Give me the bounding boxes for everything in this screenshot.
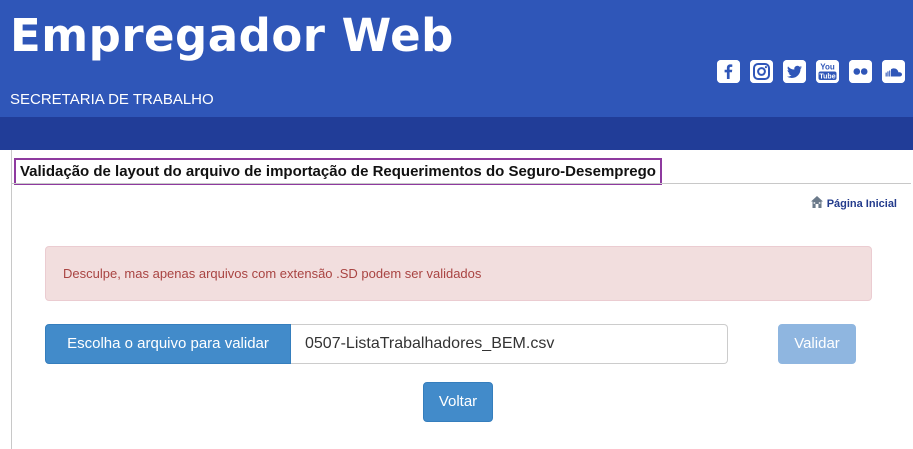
social-links: You Tube [717, 60, 905, 83]
site-header: Empregador Web SECRETARIA DE TRABALHO Yo… [0, 0, 913, 117]
file-name-field[interactable]: 0507-ListaTrabalhadores_BEM.csv [291, 324, 728, 364]
youtube-label-bottom: Tube [819, 73, 835, 80]
flickr-icon[interactable] [849, 60, 872, 83]
home-link[interactable]: Página Inicial [810, 195, 897, 212]
choose-file-button[interactable]: Escolha o arquivo para validar [45, 324, 291, 364]
soundcloud-icon[interactable] [882, 60, 905, 83]
error-message: Desculpe, mas apenas arquivos com extens… [63, 266, 482, 281]
youtube-label-top: You [820, 63, 835, 72]
home-icon [810, 195, 824, 212]
page-title: Validação de layout do arquivo de import… [14, 158, 662, 185]
error-alert: Desculpe, mas apenas arquivos com extens… [45, 246, 872, 301]
instagram-icon[interactable] [750, 60, 773, 83]
twitter-icon[interactable] [783, 60, 806, 83]
home-link-label: Página Inicial [826, 197, 897, 210]
back-button[interactable]: Voltar [423, 382, 493, 422]
main-content: Validação de layout do arquivo de import… [11, 150, 913, 449]
app-subtitle: SECRETARIA DE TRABALHO [10, 91, 214, 108]
nav-bar [0, 117, 913, 150]
title-divider [12, 183, 911, 184]
validate-button[interactable]: Validar [778, 324, 856, 364]
facebook-icon[interactable] [717, 60, 740, 83]
app-title: Empregador Web [10, 9, 454, 62]
youtube-icon[interactable]: You Tube [816, 60, 839, 83]
